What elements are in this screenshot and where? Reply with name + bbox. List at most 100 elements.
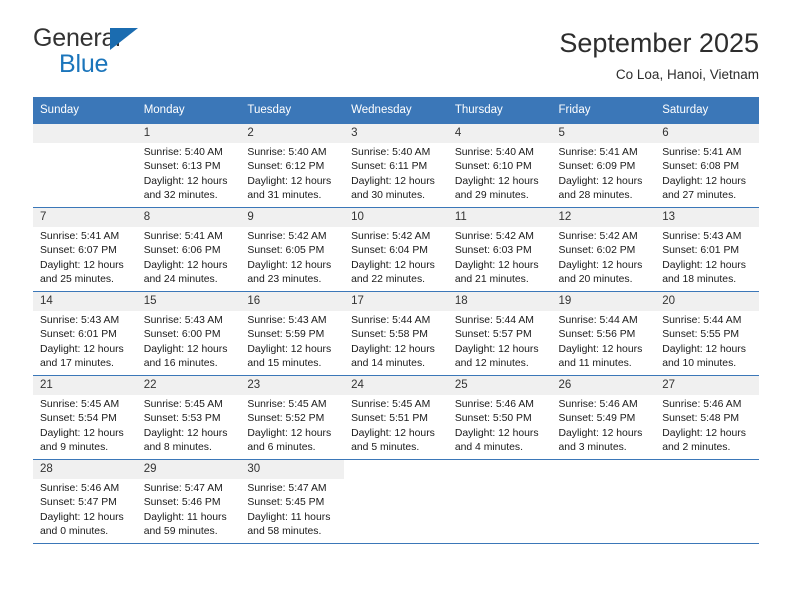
calendar-day-cell[interactable]: 4 Sunrise: 5:40 AM Sunset: 6:10 PM Daylight… [447, 123, 552, 208]
calendar-day-cell[interactable]: 24 Sunrise: 5:45 AM Sunset: 5:51 PM Dayligh… [344, 375, 448, 460]
title-block: September 2025 Co Loa, Hanoi, Vietnam [559, 26, 759, 83]
calendar-day-cell[interactable]: 9 Sunrise: 5:42 AM Sunset: 6:05 PM Daylight… [240, 207, 345, 292]
daylight-text-line1: Daylight: 12 hours [351, 343, 435, 355]
sunset-text: Sunset: 6:06 PM [143, 245, 221, 257]
calendar-day-cell[interactable]: 26 Sunrise: 5:46 AM Sunset: 5:49 PM Dayligh… [551, 375, 656, 460]
sunset-text: Sunset: 5:56 PM [558, 329, 636, 341]
sunrise-text: Sunrise: 5:46 AM [454, 398, 534, 410]
sunset-text: Sunset: 5:48 PM [662, 413, 740, 425]
day-number: 16 [240, 291, 345, 311]
daylight-text-line1: Daylight: 11 hours [143, 511, 227, 523]
calendar-day-cell[interactable]: 2 Sunrise: 5:40 AM Sunset: 6:12 PM Daylight… [240, 123, 345, 208]
sunset-text: Sunset: 5:50 PM [454, 413, 532, 425]
day-number: 5 [551, 123, 656, 143]
daylight-text-line1: Daylight: 12 hours [247, 259, 332, 271]
sunset-text: Sunset: 5:51 PM [351, 413, 428, 425]
sunrise-text: Sunrise: 5:43 AM [662, 230, 742, 242]
sunrise-text: Sunrise: 5:44 AM [662, 314, 742, 326]
calendar-day-cell[interactable]: 11 Sunrise: 5:42 AM Sunset: 6:03 PM Dayligh… [447, 207, 552, 292]
calendar-day-cell[interactable]: 17 Sunrise: 5:44 AM Sunset: 5:58 PM Dayligh… [344, 291, 448, 376]
sunset-text: Sunset: 6:09 PM [558, 161, 636, 173]
daylight-text-line2: and 22 minutes. [351, 273, 426, 285]
sunset-text: Sunset: 6:01 PM [662, 245, 740, 257]
calendar-day-cell[interactable]: 25 Sunrise: 5:46 AM Sunset: 5:50 PM Dayligh… [447, 375, 552, 460]
calendar-day-cell[interactable]: 13 Sunrise: 5:43 AM Sunset: 6:01 PM Dayligh… [655, 207, 759, 292]
day-detail: Sunrise: 5:45 AM Sunset: 5:51 PM Daylight:… [344, 395, 448, 455]
calendar-day-cell[interactable]: 18 Sunrise: 5:44 AM Sunset: 5:57 PM Dayligh… [447, 291, 552, 376]
sunset-text: Sunset: 5:47 PM [40, 497, 117, 509]
daylight-text-line2: and 17 minutes. [40, 357, 114, 369]
day-detail: Sunrise: 5:46 AM Sunset: 5:49 PM Daylight:… [552, 395, 656, 455]
calendar-day-cell[interactable]: 10 Sunrise: 5:42 AM Sunset: 6:04 PM Dayligh… [344, 207, 448, 292]
calendar-day-cell[interactable]: 19 Sunrise: 5:44 AM Sunset: 5:56 PM Dayligh… [551, 291, 656, 376]
calendar-day-cell[interactable]: 8 Sunrise: 5:41 AM Sunset: 6:06 PM Daylight… [136, 207, 241, 292]
calendar-day-cell[interactable]: 15 Sunrise: 5:43 AM Sunset: 6:00 PM Dayligh… [136, 291, 241, 376]
day-detail: Sunrise: 5:41 AM Sunset: 6:09 PM Daylight:… [552, 143, 656, 203]
sunrise-text: Sunrise: 5:40 AM [351, 146, 431, 158]
sunrise-text: Sunrise: 5:40 AM [247, 146, 327, 158]
calendar-day-cell[interactable]: 6 Sunrise: 5:41 AM Sunset: 6:08 PM Daylight… [655, 123, 759, 208]
calendar-day-cell[interactable]: 7 Sunrise: 5:41 AM Sunset: 6:07 PM Daylight… [33, 207, 137, 292]
daylight-text-line2: and 24 minutes. [143, 273, 218, 285]
calendar-day-cell[interactable]: 5 Sunrise: 5:41 AM Sunset: 6:09 PM Daylight… [551, 123, 656, 208]
calendar-day-cell[interactable]: 28 Sunrise: 5:46 AM Sunset: 5:47 PM Dayligh… [33, 459, 137, 544]
sunrise-text: Sunrise: 5:42 AM [247, 230, 327, 242]
weekday-header-friday: Friday [551, 96, 656, 124]
day-number: 3 [344, 123, 448, 143]
calendar-day-cell[interactable] [33, 123, 137, 208]
calendar-page: General Blue September 2025 Co Loa, Hano… [0, 0, 792, 612]
sunrise-text: Sunrise: 5:42 AM [454, 230, 534, 242]
daylight-text-line1: Daylight: 12 hours [662, 175, 746, 187]
general-blue-logo[interactable]: General Blue [33, 26, 163, 78]
day-detail: Sunrise: 5:40 AM Sunset: 6:13 PM Daylight:… [137, 143, 241, 203]
daylight-text-line2: and 29 minutes. [454, 189, 529, 201]
calendar-day-cell[interactable]: 14 Sunrise: 5:43 AM Sunset: 6:01 PM Dayligh… [33, 291, 137, 376]
calendar-day-cell[interactable]: 21 Sunrise: 5:45 AM Sunset: 5:54 PM Dayligh… [33, 375, 137, 460]
calendar-table: Sunday Monday Tuesday Wednesday Thursday… [33, 96, 759, 544]
day-detail: Sunrise: 5:42 AM Sunset: 6:04 PM Daylight:… [344, 227, 448, 287]
day-detail: Sunrise: 5:43 AM Sunset: 5:59 PM Daylight:… [240, 311, 344, 371]
page-subtitle: Co Loa, Hanoi, Vietnam [615, 67, 759, 83]
sunrise-text: Sunrise: 5:44 AM [454, 314, 534, 326]
day-detail: Sunrise: 5:41 AM Sunset: 6:07 PM Daylight:… [33, 227, 137, 287]
sunset-text: Sunset: 5:49 PM [558, 413, 636, 425]
daylight-text-line1: Daylight: 12 hours [558, 175, 643, 187]
sunrise-text: Sunrise: 5:44 AM [351, 314, 431, 326]
calendar-day-cell[interactable]: 3 Sunrise: 5:40 AM Sunset: 6:11 PM Daylight… [344, 123, 448, 208]
day-number: 22 [136, 375, 241, 395]
daylight-text-line1: Daylight: 11 hours [247, 511, 331, 523]
calendar-day-cell[interactable]: 22 Sunrise: 5:45 AM Sunset: 5:53 PM Dayligh… [136, 375, 241, 460]
calendar-week-row: 1 Sunrise: 5:40 AM Sunset: 6:13 PM Daylight… [33, 123, 759, 208]
sunset-text: Sunset: 5:45 PM [247, 497, 325, 509]
day-detail: Sunrise: 5:46 AM Sunset: 5:47 PM Daylight:… [33, 479, 137, 539]
calendar-cell-empty [551, 459, 656, 544]
daylight-text-line2: and 2 minutes. [662, 441, 731, 453]
sunrise-text: Sunrise: 5:41 AM [143, 230, 223, 242]
daylight-text-line2: and 58 minutes. [247, 525, 322, 537]
sunset-text: Sunset: 5:57 PM [454, 329, 532, 341]
calendar-day-cell[interactable]: 23 Sunrise: 5:45 AM Sunset: 5:52 PM Dayligh… [240, 375, 345, 460]
day-number: 23 [240, 375, 345, 395]
day-detail: Sunrise: 5:44 AM Sunset: 5:58 PM Daylight:… [344, 311, 448, 371]
day-number: 27 [655, 375, 759, 395]
calendar-day-cell[interactable]: 29 Sunrise: 5:47 AM Sunset: 5:46 PM Dayligh… [136, 459, 241, 544]
calendar-day-cell[interactable]: 30 Sunrise: 5:47 AM Sunset: 5:45 PM Dayligh… [240, 459, 345, 544]
calendar-day-cell[interactable]: 12 Sunrise: 5:42 AM Sunset: 6:02 PM Dayligh… [551, 207, 656, 292]
sunset-text: Sunset: 6:07 PM [40, 245, 117, 257]
day-detail: Sunrise: 5:45 AM Sunset: 5:54 PM Daylight:… [33, 395, 137, 455]
daylight-text-line1: Daylight: 12 hours [454, 259, 539, 271]
daylight-text-line2: and 20 minutes. [558, 273, 633, 285]
daylight-text-line1: Daylight: 12 hours [351, 259, 435, 271]
calendar-day-cell[interactable]: 27 Sunrise: 5:46 AM Sunset: 5:48 PM Dayligh… [655, 375, 759, 460]
calendar-day-cell[interactable]: 20 Sunrise: 5:44 AM Sunset: 5:55 PM Dayligh… [655, 291, 759, 376]
sunset-text: Sunset: 6:05 PM [247, 245, 325, 257]
daylight-text-line2: and 0 minutes. [40, 525, 109, 537]
logo-text-general: General [33, 24, 121, 52]
day-number: 15 [136, 291, 241, 311]
daylight-text-line2: and 10 minutes. [662, 357, 737, 369]
calendar-day-cell[interactable]: 1 Sunrise: 5:40 AM Sunset: 6:13 PM Daylight… [136, 123, 241, 208]
calendar-day-cell[interactable]: 16 Sunrise: 5:43 AM Sunset: 5:59 PM Dayligh… [240, 291, 345, 376]
sunset-text: Sunset: 5:54 PM [40, 413, 117, 425]
daylight-text-line2: and 12 minutes. [454, 357, 529, 369]
daylight-text-line1: Daylight: 12 hours [143, 259, 228, 271]
